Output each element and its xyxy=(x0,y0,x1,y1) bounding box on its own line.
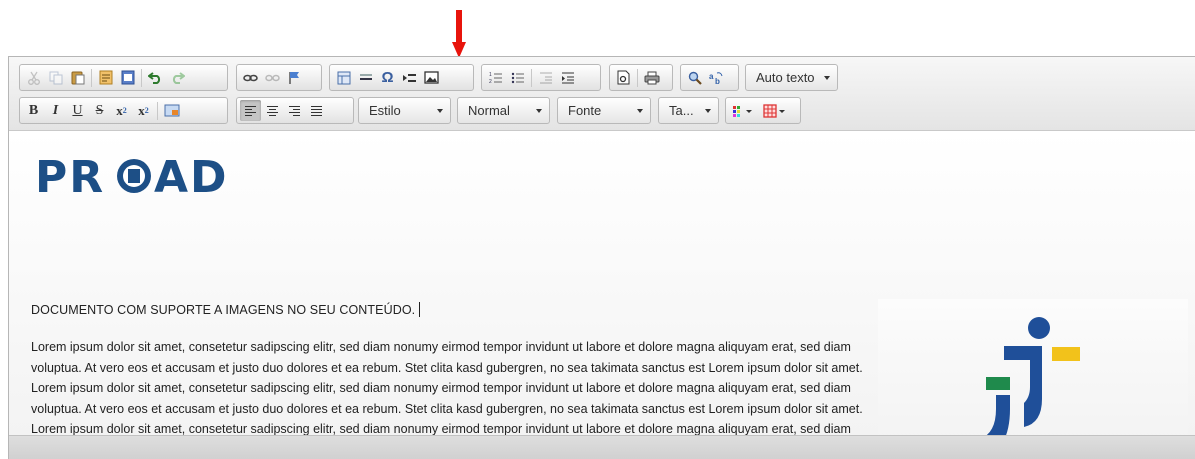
superscript-button[interactable]: x2 xyxy=(133,100,154,121)
table-icon[interactable] xyxy=(333,67,354,88)
color-group xyxy=(725,97,801,124)
size-dropdown[interactable]: Ta... xyxy=(658,97,719,124)
heading-text: DOCUMENTO COM SUPORTE A IMAGENS NO SEU C… xyxy=(31,303,416,317)
anchor-icon[interactable] xyxy=(284,67,305,88)
toolbar-separator xyxy=(157,101,158,120)
find-icon[interactable] xyxy=(684,67,705,88)
preview-icon[interactable] xyxy=(613,67,634,88)
text-color-icon[interactable] xyxy=(729,100,759,121)
autotext-dropdown[interactable]: Auto texto xyxy=(745,64,838,91)
numbered-list-icon[interactable]: 12 xyxy=(485,67,506,88)
align-left-icon[interactable] xyxy=(240,100,261,121)
style-label: Estilo xyxy=(369,103,401,118)
indent-icon[interactable] xyxy=(557,67,578,88)
format-label: Normal xyxy=(468,103,510,118)
font-label: Fonte xyxy=(568,103,602,118)
chevron-down-icon xyxy=(536,109,542,113)
redo-icon[interactable] xyxy=(167,67,188,88)
lists-group: 12 xyxy=(481,64,601,91)
alignment-group xyxy=(236,97,354,124)
outdent-icon[interactable] xyxy=(535,67,556,88)
chevron-down-icon xyxy=(824,76,830,80)
italic-button[interactable]: I xyxy=(45,100,66,121)
toolbar-separator xyxy=(637,68,638,87)
svg-text:1: 1 xyxy=(489,72,492,78)
toolbar-separator xyxy=(141,68,142,87)
editor-status-bar xyxy=(9,435,1195,459)
align-center-icon[interactable] xyxy=(262,100,283,121)
special-char-icon[interactable]: Ω xyxy=(377,67,398,88)
horizontal-line-icon[interactable] xyxy=(355,67,376,88)
document-group xyxy=(609,64,673,91)
page-break-icon[interactable] xyxy=(399,67,420,88)
link-icon[interactable] xyxy=(240,67,261,88)
svg-text:a: a xyxy=(709,72,714,81)
copy-icon[interactable] xyxy=(45,67,66,88)
chevron-down-icon xyxy=(637,109,643,113)
screen: Ω 12 a b Auto texto B I U S x 2 x 2 Esti… xyxy=(0,0,1195,459)
chevron-down-icon xyxy=(437,109,443,113)
print-icon[interactable] xyxy=(641,67,662,88)
editor-toolbar: Ω 12 a b Auto texto B I U S x 2 x 2 Esti… xyxy=(9,57,1195,131)
cut-icon[interactable] xyxy=(23,67,44,88)
annotation-arrow-icon xyxy=(452,10,466,58)
clipboard-group xyxy=(19,64,228,91)
image-icon[interactable] xyxy=(421,67,442,88)
text-format-group: B I U S x2 x2 xyxy=(19,97,228,124)
toolbar-separator xyxy=(91,68,92,87)
size-label: Ta... xyxy=(669,103,694,118)
replace-icon[interactable]: ab xyxy=(706,67,727,88)
underline-button[interactable]: U xyxy=(67,100,88,121)
rich-text-editor: Ω 12 a b Auto texto B I U S x 2 x 2 Esti… xyxy=(8,56,1195,459)
align-justify-icon[interactable] xyxy=(306,100,327,121)
autotext-label: Auto texto xyxy=(756,70,815,85)
links-group xyxy=(236,64,322,91)
font-dropdown[interactable]: Fonte xyxy=(557,97,651,124)
paste-icon[interactable] xyxy=(67,67,88,88)
svg-text:AD: AD xyxy=(154,152,229,202)
undo-icon[interactable] xyxy=(145,67,166,88)
bulleted-list-icon[interactable] xyxy=(507,67,528,88)
format-dropdown[interactable]: Normal xyxy=(457,97,550,124)
paste-text-icon[interactable] xyxy=(95,67,116,88)
svg-text:b: b xyxy=(715,77,720,85)
background-color-icon[interactable] xyxy=(760,100,790,121)
editor-content[interactable]: PR AD DOCUMENTO COM SUPORTE A IMAGENS NO… xyxy=(9,132,1195,459)
find-group: ab xyxy=(680,64,739,91)
proad-logo: PR AD xyxy=(35,152,229,202)
svg-text:PR: PR xyxy=(35,152,105,202)
svg-text:2: 2 xyxy=(489,79,492,85)
toolbar-separator xyxy=(531,68,532,87)
chevron-down-icon xyxy=(705,109,711,113)
document-heading: DOCUMENTO COM SUPORTE A IMAGENS NO SEU C… xyxy=(31,302,421,317)
subscript-button[interactable]: x2 xyxy=(111,100,132,121)
unlink-icon[interactable] xyxy=(262,67,283,88)
bold-button[interactable]: B xyxy=(23,100,44,121)
insert-group: Ω xyxy=(329,64,474,91)
style-dropdown[interactable]: Estilo xyxy=(358,97,451,124)
align-right-icon[interactable] xyxy=(284,100,305,121)
strikethrough-button[interactable]: S xyxy=(89,100,110,121)
text-cursor xyxy=(419,302,421,317)
paste-word-icon[interactable] xyxy=(117,67,138,88)
remove-format-icon[interactable] xyxy=(161,100,182,121)
